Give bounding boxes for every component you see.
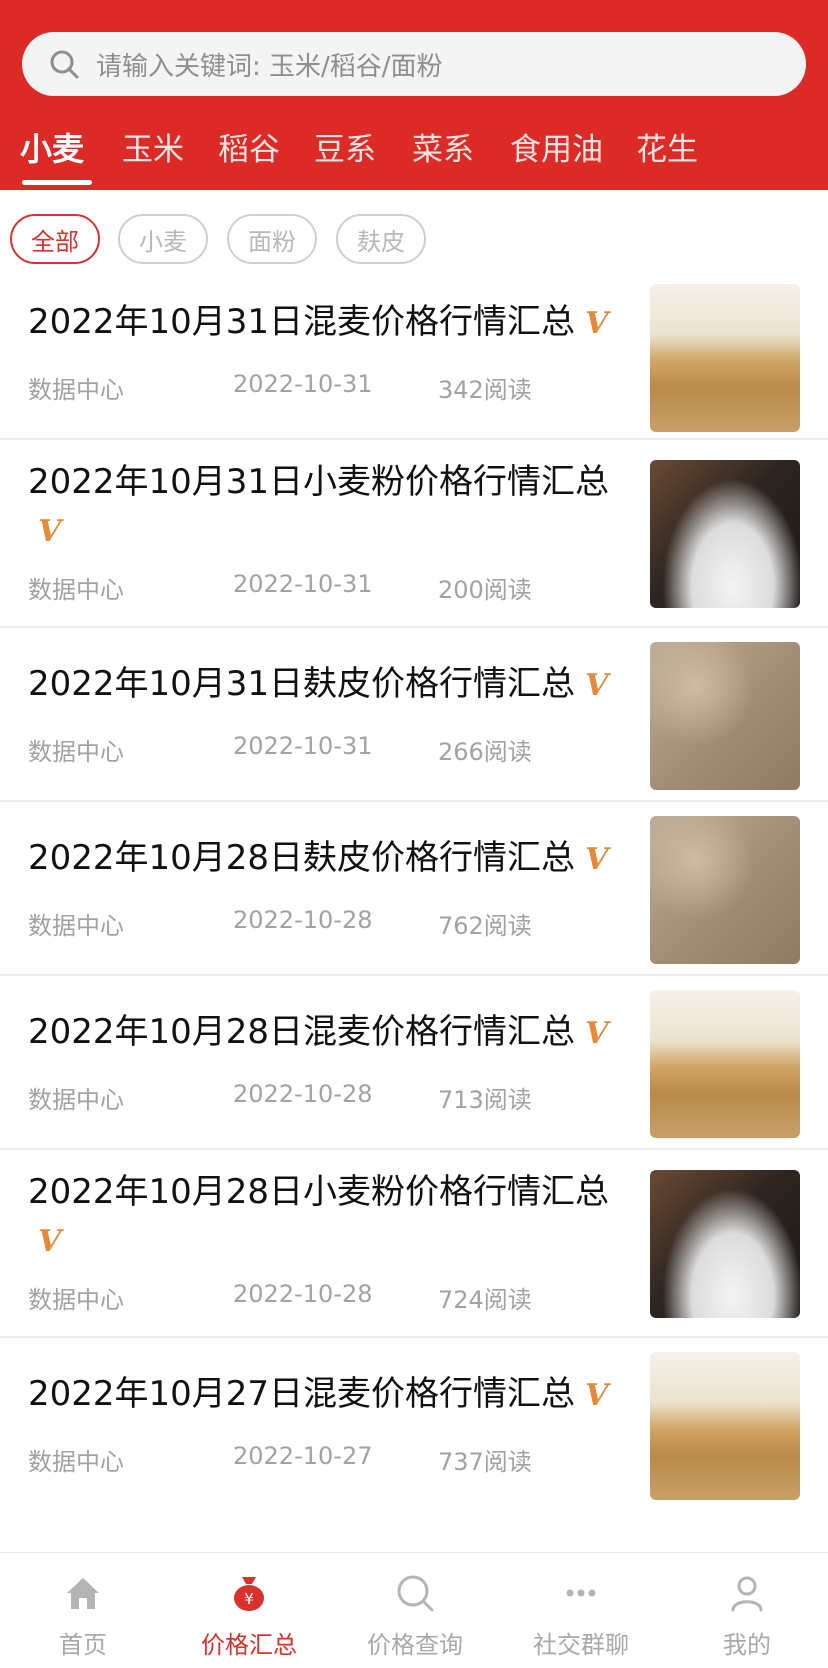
active-tab-indicator bbox=[22, 180, 92, 185]
verified-badge-icon: V bbox=[585, 306, 609, 341]
article-title: 2022年10月31日小麦粉价格行情汇总V bbox=[28, 462, 610, 549]
article-source: 数据中心 bbox=[28, 1086, 124, 1114]
search-placeholder: 请输入关键词: 玉米/稻谷/面粉 bbox=[96, 51, 443, 82]
article-thumbnail bbox=[650, 642, 800, 790]
filter-bran[interactable]: 麸皮 bbox=[336, 214, 426, 264]
app-header: 请输入关键词: 玉米/稻谷/面粉 小麦 玉米 稻谷 豆系 菜系 食用油 花生 bbox=[0, 0, 828, 190]
verified-badge-icon: V bbox=[585, 668, 609, 703]
article-date: 2022-10-28 bbox=[233, 1080, 373, 1108]
article-title: 2022年10月28日混麦价格行情汇总 V bbox=[28, 1012, 609, 1052]
search-icon bbox=[50, 50, 79, 79]
article-date: 2022-10-31 bbox=[233, 570, 373, 598]
bottom-nav: 首页 ¥ 价格汇总 价格查询 社交群聊 我的 bbox=[0, 1552, 828, 1668]
home-icon bbox=[67, 1578, 99, 1609]
list-item[interactable]: 2022年10月28日小麦粉价格行情汇总V 数据中心 2022-10-28 72… bbox=[0, 1150, 828, 1338]
article-source: 数据中心 bbox=[28, 738, 124, 766]
article-reads: 737阅读 bbox=[438, 1448, 532, 1476]
article-source: 数据中心 bbox=[28, 1448, 124, 1476]
article-list: 2022年10月31日混麦价格行情汇总 V 数据中心 2022-10-31 342… bbox=[0, 284, 828, 1550]
money-bag-icon: ¥ bbox=[234, 1577, 264, 1611]
filter-wheat[interactable]: 小麦 bbox=[118, 214, 208, 264]
article-title: 2022年10月31日麸皮价格行情汇总 V bbox=[28, 664, 609, 704]
article-thumbnail bbox=[650, 460, 800, 608]
verified-badge-icon: V bbox=[585, 1378, 609, 1413]
verified-badge-icon: V bbox=[585, 842, 609, 877]
tab-wheat[interactable]: 小麦 bbox=[20, 124, 84, 170]
nav-price-summary-label: 价格汇总 bbox=[201, 1631, 297, 1659]
tab-beans[interactable]: 豆系 bbox=[314, 124, 376, 169]
search-icon bbox=[397, 1575, 434, 1612]
article-title: 2022年10月28日小麦粉价格行情汇总V bbox=[28, 1172, 610, 1259]
list-item[interactable]: 2022年10月31日混麦价格行情汇总 V 数据中心 2022-10-31 342… bbox=[0, 284, 828, 440]
tab-rice[interactable]: 稻谷 bbox=[218, 124, 280, 169]
article-reads: 266阅读 bbox=[438, 738, 532, 766]
tab-peanut[interactable]: 花生 bbox=[636, 124, 698, 169]
nav-social-chat-label: 社交群聊 bbox=[533, 1631, 629, 1659]
svg-text:¥: ¥ bbox=[244, 1590, 254, 1608]
article-reads: 724阅读 bbox=[438, 1286, 532, 1314]
article-source: 数据中心 bbox=[28, 912, 124, 940]
nav-price-query-label: 价格查询 bbox=[367, 1631, 463, 1659]
verified-badge-icon: V bbox=[38, 514, 62, 549]
filter-chips: 全部 小麦 面粉 麸皮 bbox=[0, 210, 828, 266]
article-title: 2022年10月28日麸皮价格行情汇总 V bbox=[28, 838, 609, 878]
category-tabs: 小麦 玉米 稻谷 豆系 菜系 食用油 花生 bbox=[0, 118, 828, 190]
nav-price-summary[interactable]: ¥ 价格汇总 bbox=[166, 1553, 332, 1668]
article-thumbnail bbox=[650, 816, 800, 964]
nav-social-chat[interactable]: 社交群聊 bbox=[498, 1553, 664, 1668]
nav-home-label: 首页 bbox=[59, 1631, 107, 1659]
verified-badge-icon: V bbox=[38, 1224, 62, 1259]
article-date: 2022-10-27 bbox=[233, 1442, 373, 1470]
article-thumbnail bbox=[650, 1170, 800, 1318]
list-item[interactable]: 2022年10月28日混麦价格行情汇总 V 数据中心 2022-10-28 713… bbox=[0, 976, 828, 1150]
article-reads: 762阅读 bbox=[438, 912, 532, 940]
article-thumbnail bbox=[650, 990, 800, 1138]
tab-rapeseed[interactable]: 菜系 bbox=[412, 124, 474, 169]
article-reads: 200阅读 bbox=[438, 576, 532, 604]
article-title: 2022年10月27日混麦价格行情汇总 V bbox=[28, 1374, 609, 1414]
article-thumbnail bbox=[650, 1352, 800, 1500]
article-date: 2022-10-31 bbox=[233, 732, 373, 760]
list-item[interactable]: 2022年10月27日混麦价格行情汇总 V 数据中心 2022-10-27 737… bbox=[0, 1338, 828, 1550]
nav-me[interactable]: 我的 bbox=[664, 1553, 828, 1668]
article-source: 数据中心 bbox=[28, 1286, 124, 1314]
article-date: 2022-10-31 bbox=[233, 370, 373, 398]
tab-corn[interactable]: 玉米 bbox=[122, 124, 184, 169]
filter-flour[interactable]: 面粉 bbox=[227, 214, 317, 264]
nav-price-query[interactable]: 价格查询 bbox=[332, 1553, 498, 1668]
article-date: 2022-10-28 bbox=[233, 1280, 373, 1308]
article-title: 2022年10月31日混麦价格行情汇总 V bbox=[28, 302, 609, 342]
article-source: 数据中心 bbox=[28, 376, 124, 404]
tab-edible-oil[interactable]: 食用油 bbox=[510, 124, 603, 169]
search-bar[interactable]: 请输入关键词: 玉米/稻谷/面粉 bbox=[22, 32, 806, 96]
list-item[interactable]: 2022年10月28日麸皮价格行情汇总 V 数据中心 2022-10-28 762… bbox=[0, 802, 828, 976]
verified-badge-icon: V bbox=[585, 1016, 609, 1051]
nav-me-label: 我的 bbox=[723, 1631, 771, 1659]
article-date: 2022-10-28 bbox=[233, 906, 373, 934]
article-source: 数据中心 bbox=[28, 576, 124, 604]
list-item[interactable]: 2022年10月31日小麦粉价格行情汇总V 数据中心 2022-10-31 20… bbox=[0, 440, 828, 628]
nav-home[interactable]: 首页 bbox=[0, 1553, 166, 1668]
article-thumbnail bbox=[650, 284, 800, 432]
user-icon bbox=[731, 1576, 763, 1612]
chat-dots-icon bbox=[566, 1589, 596, 1597]
filter-all[interactable]: 全部 bbox=[10, 214, 100, 264]
list-item[interactable]: 2022年10月31日麸皮价格行情汇总 V 数据中心 2022-10-31 266… bbox=[0, 628, 828, 802]
article-reads: 713阅读 bbox=[438, 1086, 532, 1114]
article-reads: 342阅读 bbox=[438, 376, 532, 404]
